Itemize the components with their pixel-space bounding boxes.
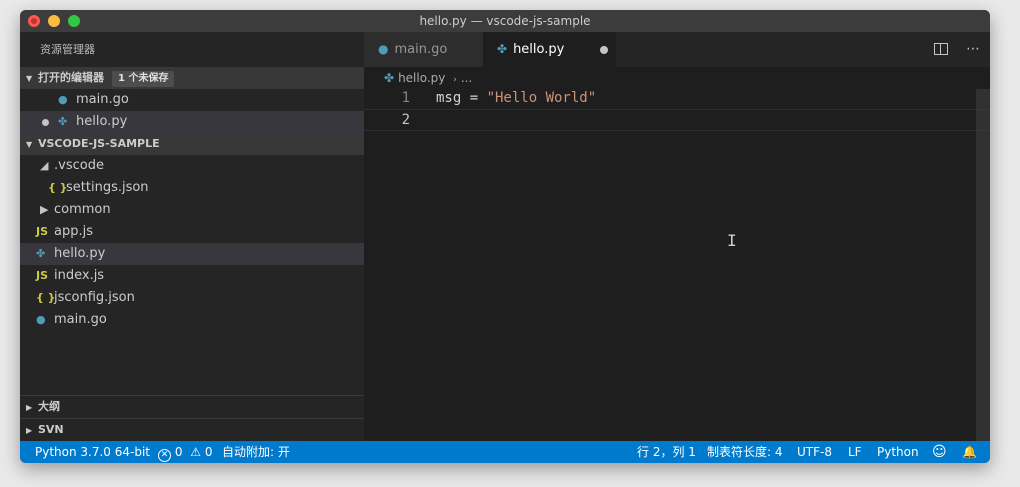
workspace-title: VSCODE-JS-SAMPLE: [38, 137, 160, 150]
code-line-current: 2: [364, 109, 990, 131]
window-title: hello.py — vscode-js-sample: [419, 14, 591, 28]
go-gopher-icon: ●: [58, 93, 68, 106]
tree-item-app-js[interactable]: JS app.js: [20, 221, 364, 243]
cursor-position[interactable]: 行 2，列 1: [637, 441, 696, 463]
python-interpreter-selector[interactable]: Python 3.7.0 64-bit: [35, 441, 150, 463]
svn-section-header[interactable]: ▶ SVN: [20, 418, 364, 441]
chevron-down-icon: ▼: [26, 74, 33, 83]
javascript-file-icon: JS: [36, 269, 49, 282]
notifications-bell-icon[interactable]: 🔔: [962, 441, 977, 463]
outline-title: 大纲: [38, 400, 60, 413]
breadcrumb-file[interactable]: hello.py: [398, 71, 445, 85]
status-bar: Python 3.7.0 64-bit ✕ 0 ⚠ 0 自动附加: 开 行 2，…: [20, 441, 990, 463]
chevron-right-icon: ▶: [40, 203, 49, 216]
javascript-file-icon: JS: [36, 225, 49, 238]
tree-item-label: settings.json: [66, 180, 149, 195]
json-file-icon: { }: [36, 291, 56, 304]
workspace-section-header[interactable]: ▼ VSCODE-JS-SAMPLE: [20, 133, 364, 155]
warning-count: 0: [204, 445, 213, 459]
split-editor-button[interactable]: [933, 32, 948, 67]
explorer-sidebar: 资源管理器 ▼ 打开的编辑器 1 个未保存 ● main.go ✤ hello.py…: [20, 32, 364, 441]
more-actions-button[interactable]: ⋯: [966, 32, 980, 67]
tree-item-settings-json[interactable]: { } settings.json: [20, 177, 364, 199]
open-editor-item-main-go[interactable]: ● main.go: [20, 89, 364, 111]
explorer-header: 资源管理器: [40, 43, 95, 56]
warning-icon: ⚠: [190, 445, 202, 459]
split-editor-icon: [933, 43, 948, 55]
code-token-plain: msg =: [436, 90, 487, 106]
python-icon: ✤: [384, 71, 395, 85]
breadcrumb: ✤ hello.py ›...: [384, 67, 472, 89]
tree-item-index-js[interactable]: JS index.js: [20, 265, 364, 287]
problems-indicator[interactable]: ✕ 0 ⚠ 0: [158, 441, 213, 463]
code-editor[interactable]: 1 msg = "Hello World" 2: [364, 87, 990, 131]
python-icon: ✤: [58, 115, 68, 128]
tree-item-label: index.js: [54, 268, 105, 283]
eol-selector[interactable]: LF: [848, 441, 862, 463]
json-file-icon: { }: [48, 181, 68, 194]
tree-item-label: common: [54, 202, 111, 217]
go-gopher-icon: ●: [36, 313, 46, 326]
tree-item-label: hello.py: [54, 246, 106, 261]
go-gopher-icon: ●: [378, 42, 389, 56]
vertical-scrollbar[interactable]: [976, 89, 990, 441]
tree-item-common-folder[interactable]: ▶ common: [20, 199, 364, 221]
line-number: 2: [401, 112, 410, 128]
language-mode-selector[interactable]: Python: [877, 441, 919, 463]
tree-item-label: .vscode: [54, 158, 104, 173]
auto-attach-toggle[interactable]: 自动附加: 开: [222, 441, 290, 463]
tab-hello-py[interactable]: ✤ hello.py: [483, 32, 616, 67]
tree-item-hello-py[interactable]: ✤ hello.py: [20, 243, 364, 265]
tree-item-jsconfig-json[interactable]: { } jsconfig.json: [20, 287, 364, 309]
chevron-right-icon: ›: [453, 75, 457, 85]
error-count: 0: [174, 445, 183, 459]
python-icon: ✤: [497, 42, 508, 56]
python-icon: ✤: [36, 247, 46, 260]
tree-item-label: app.js: [54, 224, 93, 239]
tab-label: main.go: [394, 42, 448, 57]
open-editor-label: hello.py: [76, 114, 128, 129]
text-cursor-icon: I: [727, 231, 737, 250]
vscode-window: hello.py — vscode-js-sample 资源管理器 ▼ 打开的编辑…: [20, 10, 990, 463]
code-token-string: "Hello World": [486, 90, 597, 106]
error-icon: ✕: [158, 449, 171, 462]
editor-actions: ⋯: [920, 32, 980, 67]
tree-item-main-go[interactable]: ● main.go: [20, 309, 364, 331]
unsaved-badge: 1 个未保存: [112, 71, 175, 87]
open-editor-label: main.go: [76, 92, 129, 107]
open-editor-item-hello-py[interactable]: ✤ hello.py: [20, 111, 364, 133]
svn-title: SVN: [38, 423, 64, 436]
open-editors-section-header[interactable]: ▼ 打开的编辑器 1 个未保存: [20, 67, 364, 89]
chevron-down-icon: ◢: [40, 159, 49, 172]
outline-section-header[interactable]: ▶ 大纲: [20, 395, 364, 418]
breadcrumb-more[interactable]: ...: [461, 71, 472, 85]
line-content: msg = "Hello World": [436, 87, 596, 109]
chevron-right-icon: ▶: [26, 426, 33, 435]
open-editors-title: 打开的编辑器: [38, 71, 104, 84]
collapsed-sections: ▶ 大纲 ▶ SVN: [20, 395, 364, 441]
line-number: 1: [401, 90, 410, 106]
unsaved-dot-icon[interactable]: [600, 46, 608, 54]
chevron-down-icon: ▼: [26, 140, 33, 149]
editor-area: ● main.go ✤ hello.py ⋯ ✤ hello.py ›... 1 ms…: [364, 32, 990, 441]
encoding-selector[interactable]: UTF-8: [797, 441, 832, 463]
chevron-right-icon: ▶: [26, 403, 33, 412]
code-line: 1 msg = "Hello World": [364, 87, 990, 109]
tree-item-label: main.go: [54, 312, 107, 327]
tab-label: hello.py: [513, 42, 565, 57]
tree-item-label: jsconfig.json: [54, 290, 135, 305]
title-bar: hello.py — vscode-js-sample: [20, 10, 990, 32]
tree-item-vscode-folder[interactable]: ◢ .vscode: [20, 155, 364, 177]
indentation-setting[interactable]: 制表符长度: 4: [707, 441, 783, 463]
tab-main-go[interactable]: ● main.go: [364, 32, 483, 67]
modified-dot-icon: [42, 119, 49, 126]
editor-tabs: ● main.go ✤ hello.py ⋯: [364, 32, 990, 67]
feedback-smiley-icon[interactable]: ☺: [932, 441, 947, 463]
